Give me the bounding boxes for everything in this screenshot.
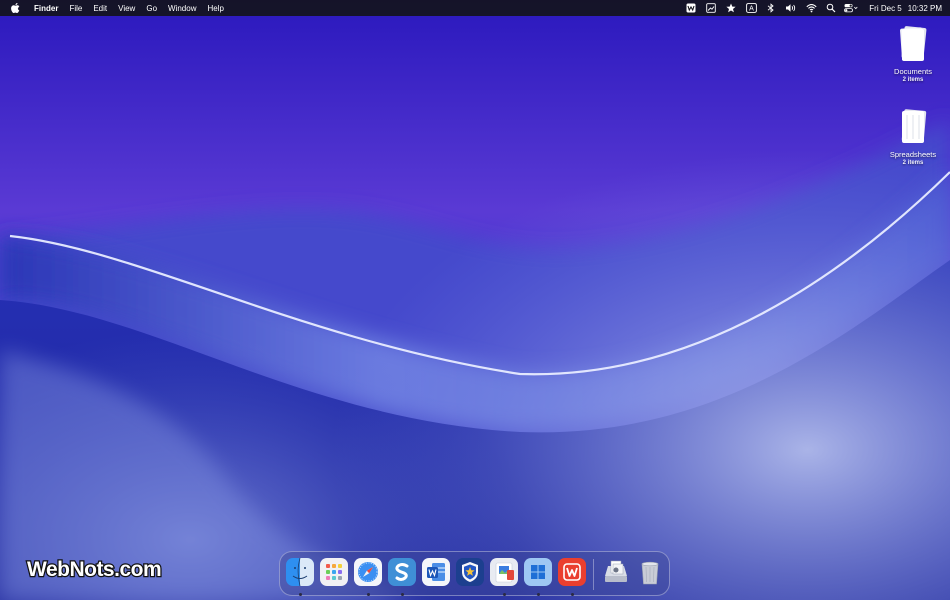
desktop-item-count: 2 items xyxy=(902,77,924,83)
menu-view[interactable]: View xyxy=(118,4,135,13)
watermark: WebNots.com xyxy=(26,557,163,583)
file-drop-icon[interactable] xyxy=(602,558,630,586)
safari-icon[interactable] xyxy=(354,558,382,586)
control-center-icon[interactable] xyxy=(843,0,859,16)
preview-icon[interactable] xyxy=(490,558,518,586)
desktop-wallpaper xyxy=(0,0,950,600)
stack-folder-icon xyxy=(901,109,927,143)
windows-app-icon[interactable] xyxy=(524,558,552,586)
wps-office-icon[interactable] xyxy=(558,558,586,586)
desktop-item-label: Documents xyxy=(894,67,932,76)
security-shield-icon[interactable] xyxy=(456,558,484,586)
menu-app-name[interactable]: Finder xyxy=(34,4,58,13)
scrivener-icon[interactable] xyxy=(388,558,416,586)
menubar-date: Fri Dec 5 xyxy=(869,3,902,13)
microsoft-word-icon[interactable] xyxy=(422,558,450,586)
desktop-item-documents[interactable]: Documents 2 items xyxy=(883,24,943,83)
menu-window[interactable]: Window xyxy=(168,4,196,13)
menu-help[interactable]: Help xyxy=(207,4,223,13)
svg-text:A: A xyxy=(749,6,754,13)
menu-edit[interactable]: Edit xyxy=(93,4,107,13)
desktop-item-spreadsheets[interactable]: Spreadsheets 2 items xyxy=(883,107,943,166)
menubar-clock[interactable]: Fri Dec 5 10:32 PM xyxy=(869,4,942,13)
bluetooth-icon[interactable] xyxy=(763,0,779,16)
menubar-time: 10:32 PM xyxy=(907,3,942,13)
dock-separator xyxy=(593,559,594,590)
desktop-item-count: 2 items xyxy=(902,160,924,166)
running-indicator xyxy=(298,593,302,596)
input-source-icon[interactable]: A xyxy=(743,0,759,16)
stack-folder-icon xyxy=(900,26,927,61)
spotlight-search-icon[interactable] xyxy=(823,0,839,16)
dock xyxy=(279,551,670,596)
volume-icon[interactable] xyxy=(783,0,799,16)
running-indicator xyxy=(502,593,506,596)
image-capture-icon[interactable] xyxy=(703,0,719,16)
star-icon[interactable] xyxy=(723,0,739,16)
desktop-item-label: Spreadsheets xyxy=(889,150,937,159)
apple-menu-icon[interactable] xyxy=(8,3,22,13)
wifi-icon[interactable] xyxy=(803,0,819,16)
menu-file[interactable]: File xyxy=(69,4,82,13)
launchpad-icon[interactable] xyxy=(320,558,348,586)
running-indicator xyxy=(536,593,540,596)
running-indicator xyxy=(400,593,404,596)
finder-icon[interactable] xyxy=(286,558,314,586)
running-indicator xyxy=(366,593,370,596)
menu-go[interactable]: Go xyxy=(146,4,157,13)
word-icon[interactable] xyxy=(683,0,699,16)
trash-icon[interactable] xyxy=(636,558,664,586)
menu-bar: Finder File Edit View Go Window Help A F… xyxy=(0,0,950,16)
running-indicator xyxy=(570,593,574,596)
